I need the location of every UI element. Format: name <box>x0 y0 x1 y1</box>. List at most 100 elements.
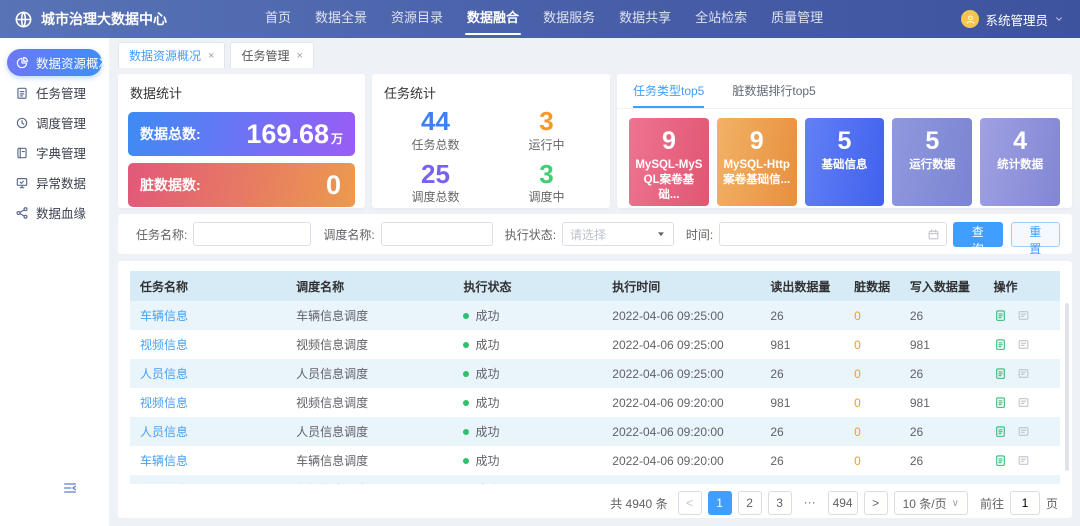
next-page-button[interactable]: > <box>864 491 888 515</box>
top5-card: 任务类型top5 脏数据排行top5 9 MySQL-MySQL案卷基础... <box>617 74 1072 208</box>
table-row: 车辆信息 车辆信息调度 成功 2022-04-06 09:20:00 26 0 … <box>130 446 1060 475</box>
task-name-link[interactable]: 视频信息 <box>130 394 288 411</box>
nav-item[interactable]: 资源目录 <box>379 0 455 38</box>
sidebar-item[interactable]: 异常数据 <box>7 169 102 196</box>
log-icon[interactable] <box>994 338 1007 351</box>
nav-item[interactable]: 首页 <box>253 0 303 38</box>
record-icon[interactable] <box>1017 338 1030 351</box>
prev-page-button[interactable]: < <box>678 491 702 515</box>
sidebar-item[interactable]: 任务管理 <box>7 79 102 106</box>
status-cell: 成功 <box>455 336 604 353</box>
time-range-input[interactable] <box>719 222 947 246</box>
tab-close-icon[interactable]: × <box>208 50 214 62</box>
record-icon[interactable] <box>1017 309 1030 322</box>
nav-item-label: 数据服务 <box>543 10 595 25</box>
app-brand: 城市治理大数据中心 <box>0 9 167 29</box>
col-task-name: 任务名称 <box>130 278 288 295</box>
nav-item[interactable]: 数据服务 <box>531 0 607 38</box>
page-tab[interactable]: 数据资源概况 × <box>118 42 225 68</box>
time-label: 时间: <box>686 226 713 243</box>
stat-banner-label: 数据总数: <box>140 124 201 144</box>
dirty-count-cell: 0 <box>846 425 902 439</box>
record-icon[interactable] <box>1017 367 1030 380</box>
page-number-button[interactable]: 2 <box>738 491 762 515</box>
log-icon[interactable] <box>994 309 1007 322</box>
task-name-link[interactable]: 车辆信息 <box>130 307 288 324</box>
page-tab[interactable]: 任务管理 × <box>230 42 313 68</box>
task-stat-value: 25 <box>380 160 491 189</box>
log-icon[interactable] <box>994 483 1007 484</box>
sidebar-collapse-icon[interactable] <box>62 480 78 496</box>
task-table-card: 任务名称 调度名称 执行状态 执行时间 读出数据量 脏数据 写入数据量 操作 车… <box>118 261 1072 518</box>
table-row: 车辆信息 车辆信息调度 成功 2022-04-06 09:25:00 26 0 … <box>130 301 1060 330</box>
tab-close-icon[interactable]: × <box>296 50 302 62</box>
log-icon[interactable] <box>994 367 1007 380</box>
stat-banner: 脏数据数: 0 <box>128 163 355 207</box>
top5-tile-value: 4 <box>980 126 1060 156</box>
page-number-button[interactable]: 3 <box>768 491 792 515</box>
record-icon[interactable] <box>1017 454 1030 467</box>
record-icon[interactable] <box>1017 396 1030 409</box>
read-count-cell: 981 <box>762 396 846 410</box>
table-row: 视频信息 视频信息调度 成功 2022-04-06 09:20:00 981 0… <box>130 388 1060 417</box>
table-row: 视频信息 视频信息调度 成功 2022-04-06 09:25:00 981 0… <box>130 330 1060 359</box>
stat-banner-value: 169.68万 <box>246 121 343 148</box>
record-icon[interactable] <box>1017 483 1030 484</box>
sidebar-item[interactable]: 数据血缘 <box>7 199 102 226</box>
log-icon[interactable] <box>994 425 1007 438</box>
sidebar-item[interactable]: 调度管理 <box>7 109 102 136</box>
schedule-name-cell: 人员信息调度 <box>288 365 455 382</box>
page-number-button[interactable]: 494 <box>828 491 858 515</box>
exec-status-placeholder: 请选择 <box>570 226 606 243</box>
sidebar-item[interactable]: 字典管理 <box>7 139 102 166</box>
task-name-link[interactable]: 车辆信息 <box>130 481 288 484</box>
log-icon[interactable] <box>994 454 1007 467</box>
col-dirty-count: 脏数据 <box>846 278 902 295</box>
schedule-name-input[interactable] <box>381 222 493 246</box>
read-count-cell: 26 <box>762 367 846 381</box>
exec-status-select[interactable]: 请选择 <box>562 222 674 246</box>
task-name-link[interactable]: 人员信息 <box>130 423 288 440</box>
record-icon[interactable] <box>1017 425 1030 438</box>
nav-item[interactable]: 数据融合 <box>455 0 531 38</box>
main-content: 数据资源概况 × 任务管理 × 数据统计 数据总数: 169.68万 <box>110 38 1080 526</box>
page-size-select[interactable]: 10 条/页 ∨ <box>894 491 968 515</box>
exec-time-cell: 2022-04-06 09:15:00 <box>604 483 762 485</box>
nav-item[interactable]: 数据全景 <box>303 0 379 38</box>
task-name-link[interactable]: 车辆信息 <box>130 452 288 469</box>
table-scrollbar[interactable] <box>1065 303 1069 471</box>
page-number-button[interactable]: 1 <box>708 491 732 515</box>
log-icon[interactable] <box>994 396 1007 409</box>
user-menu[interactable]: 系统管理员 <box>961 10 1080 29</box>
select-caret-icon <box>656 229 666 239</box>
table-body: 车辆信息 车辆信息调度 成功 2022-04-06 09:25:00 26 0 … <box>130 301 1060 484</box>
top5-tile: 9 MySQL-MySQL案卷基础... <box>629 118 709 206</box>
nav-item[interactable]: 全站检索 <box>683 0 759 38</box>
nav-item-label: 资源目录 <box>391 10 443 25</box>
top5-tab[interactable]: 任务类型top5 <box>633 82 704 108</box>
write-count-cell: 26 <box>902 425 986 439</box>
page-tab-label: 数据资源概况 <box>129 47 201 64</box>
task-name-input[interactable] <box>193 222 311 246</box>
exec-time-cell: 2022-04-06 09:20:00 <box>604 396 762 410</box>
nav-item-label: 数据融合 <box>467 10 519 25</box>
top-navbar: 城市治理大数据中心 首页 数据全景 资源目录 数据融合 数据服务 数据共 <box>0 0 1080 38</box>
status-cell: 成功 <box>455 394 604 411</box>
task-name-link[interactable]: 视频信息 <box>130 336 288 353</box>
nav-item-label: 首页 <box>265 10 291 25</box>
page-number-button[interactable]: ··· <box>798 491 822 515</box>
sidebar-item-label: 任务管理 <box>36 83 86 102</box>
top5-tab[interactable]: 脏数据排行top5 <box>732 82 815 108</box>
table-row: 车辆信息 车辆信息调度 成功 2022-04-06 09:15:00 26 0 … <box>130 475 1060 484</box>
task-name-label: 任务名称: <box>136 226 187 243</box>
goto-page-input[interactable] <box>1010 491 1040 515</box>
search-button[interactable]: 查询 <box>953 222 1002 247</box>
reset-button[interactable]: 重置 <box>1011 222 1060 247</box>
col-exec-time: 执行时间 <box>604 278 762 295</box>
sidebar-item[interactable]: 数据资源概况 <box>7 49 102 76</box>
schedule-name-cell: 车辆信息调度 <box>288 481 455 484</box>
nav-item[interactable]: 质量管理 <box>759 0 835 38</box>
open-tabs-bar: 数据资源概况 × 任务管理 × <box>110 38 1080 68</box>
task-name-link[interactable]: 人员信息 <box>130 365 288 382</box>
nav-item[interactable]: 数据共享 <box>607 0 683 38</box>
